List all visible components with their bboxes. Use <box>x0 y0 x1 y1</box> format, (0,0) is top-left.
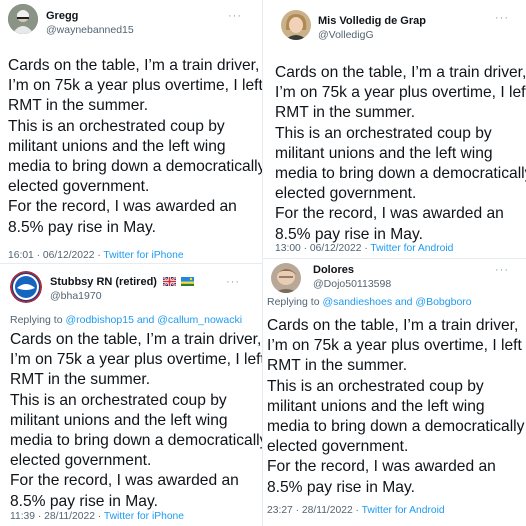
rwanda-flag-icon <box>181 277 195 286</box>
tweet-line: Cards on the table, I’m a train driver, <box>10 331 262 348</box>
avatar-mis-volledig[interactable] <box>281 10 311 40</box>
timestamp-text[interactable]: 23:27 · 28/11/2022 · <box>267 505 362 516</box>
tweet-line: militant unions and the left wing <box>275 144 493 162</box>
tweet-card[interactable]: Mis Volledig de Grap @VolledigG ··· Card… <box>263 0 526 258</box>
tweet-line: This is an orchestrated coup by <box>10 391 227 409</box>
more-icon[interactable]: ··· <box>226 276 240 288</box>
more-icon[interactable]: ··· <box>495 12 509 24</box>
tweet-line: media to bring down a democratically <box>10 432 262 450</box>
tweet-timestamp: 16:01 · 06/12/2022 · Twitter for iPhone <box>8 250 184 261</box>
tweet-line: RMT in the summer. <box>8 97 149 115</box>
tweet-line: I’m on 75k a year plus overtime, I left <box>8 77 262 95</box>
tweet-line: Cards on the table, I’m a train driver, <box>275 64 526 81</box>
tweet-line: RMT in the summer. <box>275 104 416 122</box>
tweet-line: Cards on the table, I’m a train driver, <box>267 317 519 334</box>
replying-to-link[interactable]: @rodbishop15 and @callum_nowacki <box>65 314 242 326</box>
tweet-timestamp: 13:00 · 06/12/2022 · Twitter for Android <box>275 243 453 254</box>
tweet-text: Cards on the table, I’m a train driver, … <box>8 56 262 238</box>
tweet-card[interactable]: Dolores @Dojo50113598 ··· Replying to @s… <box>263 259 526 526</box>
author-handle[interactable]: @waynebanned15 <box>46 24 134 36</box>
tweet-line: elected government. <box>275 185 417 203</box>
author-handle[interactable]: @VolledigG <box>318 29 374 41</box>
tweet-line: For the record, I was awarded an <box>10 472 239 490</box>
tweet-text: Cards on the table, I’m a train driver, … <box>267 316 524 498</box>
tweet-line: elected government. <box>10 452 152 470</box>
author-handle[interactable]: @bha1970 <box>50 290 102 302</box>
author-name[interactable]: Gregg <box>46 10 78 22</box>
tweet-line: 8.5% pay rise in May. <box>8 218 156 236</box>
tweet-timestamp: 11:39 · 28/11/2022 · Twitter for iPhone <box>10 511 184 522</box>
avatar-dolores[interactable] <box>271 263 301 293</box>
tweet-line: This is an orchestrated coup by <box>275 124 492 142</box>
tweet-card[interactable]: Gregg @waynebanned15 ··· Cards on the ta… <box>0 0 262 263</box>
avatar-stubbsy[interactable] <box>10 271 42 303</box>
tweet-line: I’m on 75k a year plus overtime, I left <box>267 337 522 355</box>
avatar-dolores-image <box>271 263 301 293</box>
tweet-line: RMT in the summer. <box>10 371 151 389</box>
tweet-text: Cards on the table, I’m a train driver, … <box>10 330 262 512</box>
tweet-line: elected government. <box>267 438 409 456</box>
more-icon[interactable]: ··· <box>228 10 242 22</box>
tweet-source-link[interactable]: Twitter for iPhone <box>104 511 184 522</box>
timestamp-text[interactable]: 13:00 · 06/12/2022 · <box>275 243 370 254</box>
tweet-text: Cards on the table, I’m a train driver, … <box>275 63 526 245</box>
avatar-mis-volledig-image <box>281 10 311 40</box>
tweet-line: militant unions and the left wing <box>8 137 226 155</box>
tweet-line: This is an orchestrated coup by <box>267 377 484 395</box>
tweet-line: militant unions and the left wing <box>267 397 485 415</box>
tweet-source-link[interactable]: Twitter for Android <box>370 243 453 254</box>
tweet-source-link[interactable]: Twitter for Android <box>362 505 445 516</box>
author-name[interactable]: Dolores <box>313 264 354 276</box>
tweet-line: 8.5% pay rise in May. <box>10 492 158 510</box>
tweet-card[interactable]: Stubbsy RN (retired) @bha1970 ··· Replyi… <box>0 264 262 526</box>
tweet-line: militant unions and the left wing <box>10 411 228 429</box>
avatar-stubbsy-image <box>10 271 42 303</box>
tweet-line: RMT in the summer. <box>267 357 408 375</box>
tweet-line: This is an orchestrated coup by <box>8 117 225 135</box>
tweet-source-link[interactable]: Twitter for iPhone <box>103 250 183 261</box>
avatar-gregg-image <box>8 4 38 34</box>
tweet-line: I’m on 75k a year plus overtime, I left <box>10 351 262 369</box>
tweet-line: media to bring down a democratically <box>8 158 262 176</box>
tweet-line: Cards on the table, I’m a train driver, <box>8 57 260 74</box>
replying-to-link[interactable]: @sandieshoes and @Bobgboro <box>322 296 471 308</box>
tweet-timestamp: 23:27 · 28/11/2022 · Twitter for Android <box>267 505 445 516</box>
replying-to: Replying to @rodbishop15 and @callum_now… <box>10 314 242 326</box>
tweet-line: media to bring down a democratically <box>267 418 525 436</box>
author-name[interactable]: Mis Volledig de Grap <box>318 15 426 27</box>
tweet-line: 8.5% pay rise in May. <box>267 478 415 496</box>
more-icon[interactable]: ··· <box>495 264 509 276</box>
tweet-line: For the record, I was awarded an <box>267 458 496 476</box>
timestamp-text[interactable]: 16:01 · 06/12/2022 · <box>8 250 103 261</box>
uk-flag-icon <box>162 276 177 287</box>
author-name[interactable]: Stubbsy RN (retired) <box>50 276 195 288</box>
avatar-gregg[interactable] <box>8 4 38 34</box>
replying-to: Replying to @sandieshoes and @Bobgboro <box>267 296 472 308</box>
tweet-line: 8.5% pay rise in May. <box>275 225 423 243</box>
tweet-line: For the record, I was awarded an <box>275 205 504 223</box>
replying-prefix: Replying to <box>267 296 323 308</box>
timestamp-text[interactable]: 11:39 · 28/11/2022 · <box>10 511 104 522</box>
tweet-line: I’m on 75k a year plus overtime, I left <box>275 84 526 102</box>
tweet-line: elected government. <box>8 178 150 196</box>
replying-prefix: Replying to <box>10 314 66 326</box>
author-name-text: Stubbsy RN (retired) <box>50 276 157 288</box>
author-handle[interactable]: @Dojo50113598 <box>313 278 391 290</box>
tweet-line: For the record, I was awarded an <box>8 198 237 216</box>
tweet-line: media to bring down a democratically <box>275 165 526 183</box>
